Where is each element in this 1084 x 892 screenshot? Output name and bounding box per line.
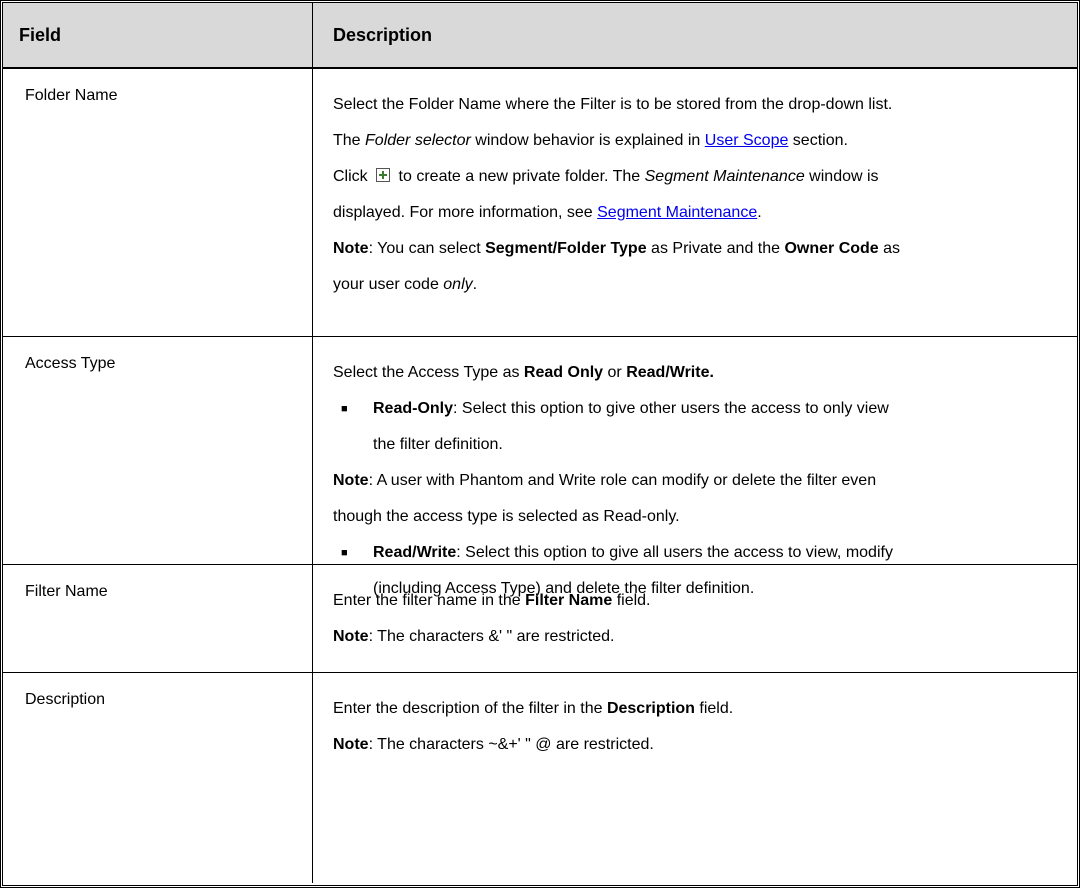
table-row-description: Description Enter the description of the… (3, 673, 1077, 883)
description-cell: Select the Access Type as Read Only or R… (313, 337, 1077, 597)
list-item-read-only: ■ Read-Only: Select this option to give … (333, 391, 1067, 463)
text: : Select this option to give all users t… (456, 544, 893, 561)
bullet-line: Read-Only: Select this option to give ot… (373, 391, 1067, 427)
text-bold: Read/Write. (626, 364, 714, 381)
text-bold: Segment/Folder Type (485, 240, 647, 257)
note-label: Note (333, 240, 369, 257)
note-label: Note (333, 628, 369, 645)
folder-line4: displayed. For more information, see Seg… (333, 195, 1067, 231)
text-bold: Filter Name (525, 592, 613, 609)
description-cell: Select the Folder Name where the Filter … (313, 69, 1077, 336)
text: . (472, 276, 478, 293)
table-header-row: Field Description (3, 3, 1077, 69)
folder-note-line2: your user code only. (333, 267, 1067, 303)
text-italic: Folder selector (365, 132, 471, 149)
text-bold: Read-Only (373, 400, 454, 417)
field-cell: Description (3, 673, 313, 883)
note-label: Note (333, 736, 369, 753)
text-bold: Description (606, 700, 695, 717)
description-line1: Enter the description of the filter in t… (333, 691, 1067, 727)
text: Click (333, 168, 373, 185)
field-cell: Filter Name (3, 565, 313, 672)
header-description: Description (333, 25, 433, 45)
folder-line1: Select the Folder Name where the Filter … (333, 96, 893, 113)
text: section. (788, 132, 848, 149)
text: Select the Access Type as (333, 364, 524, 381)
text: Enter the description of the filter in t… (333, 700, 607, 717)
table-row-access-type: Access Type Select the Access Type as Re… (3, 337, 1077, 597)
filter-line1: Enter the filter name in the Filter Name… (333, 583, 1067, 619)
text: as (878, 240, 901, 257)
text: : A user with Phantom and Write role can… (368, 472, 877, 489)
table-row-folder-name: Folder Name Select the Folder Name where… (3, 69, 1077, 337)
text: field. (612, 592, 651, 609)
text: window is (804, 168, 879, 185)
folder-line2: The Folder selector window behavior is e… (333, 123, 1067, 159)
table-row-filter-name: Filter Name Enter the filter name in the… (3, 565, 1077, 673)
text: : You can select (368, 240, 486, 257)
text: your user code (333, 276, 444, 293)
text-italic: Segment Maintenance (644, 168, 805, 185)
folder-note-line1: Note: You can select Segment/Folder Type… (333, 231, 1067, 267)
field-cell: Access Type (3, 337, 313, 564)
text-bold: Read Only (523, 364, 604, 381)
new-folder-icon[interactable] (376, 168, 391, 182)
access-note-line2: though the access type is selected as Re… (333, 508, 680, 525)
text: : The characters ~&+' " @ are restricted… (368, 736, 654, 753)
segment-maintenance-link[interactable]: Segment Maintenance (597, 204, 757, 221)
field-description-table: Field Description Folder Name Select the… (0, 0, 1080, 888)
text: The (333, 132, 366, 149)
text-bold: Read/Write (373, 544, 457, 561)
text: displayed. For more information, see (333, 204, 598, 221)
description-cell: Enter the description of the filter in t… (313, 673, 1077, 883)
bullet-icon: ■ (341, 403, 348, 415)
filter-note: Note: The characters &' " are restricted… (333, 619, 1067, 655)
user-scope-link[interactable]: User Scope (705, 132, 789, 149)
text: window behavior is explained in (470, 132, 705, 149)
description-note: Note: The characters ~&+' " @ are restri… (333, 727, 1067, 763)
access-note-line1: Note: A user with Phantom and Write role… (333, 463, 1067, 499)
text: . (757, 204, 762, 221)
text-italic: only (443, 276, 473, 293)
text: Enter the filter name in the (333, 592, 526, 609)
text: or (603, 364, 627, 381)
text: to create a new private folder. The (394, 168, 645, 185)
access-line1: Select the Access Type as Read Only or R… (333, 355, 1067, 391)
field-cell: Folder Name (3, 69, 313, 336)
header-field: Field (3, 3, 313, 67)
note-label: Note (333, 472, 369, 489)
text: as Private and the (646, 240, 785, 257)
text: field. (694, 700, 734, 717)
description-cell: Enter the filter name in the Filter Name… (313, 565, 1077, 672)
text-bold: Owner Code (784, 240, 879, 257)
text: : The characters &' " are restricted. (368, 628, 615, 645)
bullet-line: the filter definition. (373, 436, 503, 453)
folder-line3: Click to create a new private folder. Th… (333, 159, 1067, 195)
text: : Select this option to give other users… (453, 400, 889, 417)
